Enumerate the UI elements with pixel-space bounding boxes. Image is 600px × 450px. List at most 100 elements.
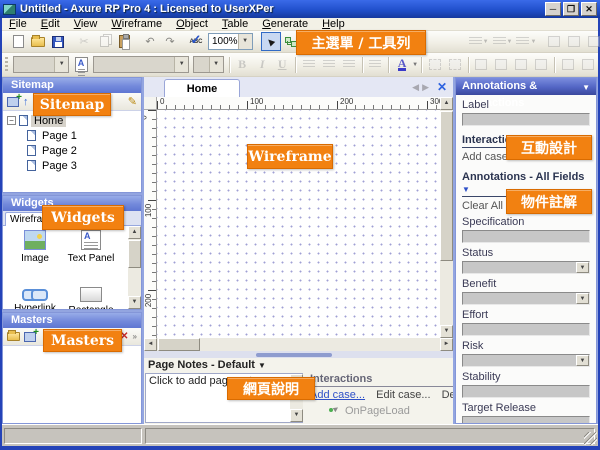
arrow-style-dropdown[interactable]: ▼ [514,37,538,46]
title-bar[interactable]: Untitled - Axure RP Pro 4 : Licensed to … [0,0,600,18]
scrollbar-thumb[interactable] [128,240,141,268]
zoom-combobox[interactable]: 100% ▼ [208,33,253,50]
maximize-button[interactable]: ❐ [563,2,579,16]
close-button[interactable]: ✕ [581,2,597,16]
notes-splitter[interactable] [144,351,453,358]
rotate-right-button[interactable] [578,55,598,74]
effort-input[interactable] [462,323,590,336]
scrollbar-thumb[interactable] [440,111,453,261]
page-notes-header[interactable]: Page Notes - Default ▼ [144,358,453,371]
scroll-down-icon[interactable]: ▼ [290,409,303,422]
tree-item-page3[interactable]: Page 3 [39,160,80,172]
splitter-handle[interactable] [256,353,332,357]
target-release-input[interactable] [462,416,590,423]
border-width-dropdown[interactable]: ▼ [467,37,491,46]
collapse-expander-icon[interactable]: − [7,116,16,125]
tree-item-home[interactable]: Home [31,115,66,127]
align-objects-left-button[interactable] [544,32,564,51]
scrollbar-thumb[interactable] [158,338,200,351]
pointer-tool-button[interactable]: ◄ [261,32,281,51]
bullet-list-button[interactable] [365,55,385,74]
menu-generate[interactable]: Generate [255,18,315,31]
inspector-header[interactable]: Annotations & Interactions ▼ [456,78,596,95]
minimize-button[interactable]: ─ [545,2,561,16]
menu-file[interactable]: File [2,18,34,31]
edit-case-link[interactable]: Edit case... [376,389,430,401]
align-left-button[interactable] [299,55,319,74]
menu-edit[interactable]: Edit [34,18,67,31]
redo-button[interactable]: ↷ [160,32,180,51]
chevron-down-icon[interactable]: ▼ [238,34,252,49]
bold-button[interactable]: B [232,55,252,74]
widgets-scrollbar[interactable]: ▲ ▼ [128,226,141,309]
align-right-button[interactable] [339,55,359,74]
align-objects-right-button[interactable] [584,32,600,51]
sitemap-panel-header[interactable]: Sitemap [3,78,141,93]
menu-view[interactable]: View [67,18,105,31]
underline-button[interactable]: U [272,55,292,74]
save-button[interactable] [48,32,68,51]
label-input[interactable] [462,113,590,126]
nav-left-icon[interactable]: ◀ [412,82,419,93]
undo-button[interactable]: ↶ [140,32,160,51]
onpageload-event-row[interactable]: OnPageLoad [332,405,453,417]
italic-button[interactable]: I [252,55,272,74]
send-to-back-button[interactable] [491,55,511,74]
status-select[interactable]: ▼ [462,261,590,274]
open-folder-icon[interactable] [7,332,20,341]
bring-to-front-button[interactable] [471,55,491,74]
chevron-down-icon[interactable]: ▼ [258,361,266,370]
send-backward-button[interactable] [531,55,551,74]
menu-object[interactable]: Object [169,18,215,31]
ungroup-button[interactable] [445,55,465,74]
scroll-up-icon[interactable]: ▲ [128,226,141,239]
chevron-down-icon[interactable]: ▼ [576,355,589,366]
add-master-icon[interactable] [24,332,36,342]
tree-row-page1[interactable]: Page 1 [3,128,141,143]
toolbar-grip[interactable] [5,57,8,73]
widget-rectangle[interactable]: Rectangle [65,284,117,309]
menu-table[interactable]: Table [215,18,255,31]
copy-button[interactable] [94,32,114,51]
open-button[interactable] [28,32,48,51]
masters-list[interactable] [3,346,141,423]
widget-image[interactable]: Image [9,230,61,264]
chevron-down-icon[interactable]: ▼ [576,262,589,273]
tree-item-page2[interactable]: Page 2 [39,145,80,157]
scroll-up-icon[interactable]: ▲ [440,97,453,110]
tab-home[interactable]: Home [164,79,240,97]
font-color-button[interactable]: A [392,55,412,74]
align-objects-center-button[interactable] [564,32,584,51]
chevron-down-icon[interactable]: ▼ [582,79,590,96]
cut-button[interactable]: ✂ [74,32,94,51]
font-dropdown[interactable]: ▼ [93,56,189,73]
masters-panel-header[interactable]: Masters [3,313,141,328]
benefit-select[interactable]: ▼ [462,292,590,305]
close-tab-icon[interactable]: ✕ [437,80,447,94]
resize-grip[interactable] [584,432,597,445]
group-button[interactable] [425,55,445,74]
add-case-link[interactable]: Add case... [310,389,365,401]
tree-item-page1[interactable]: Page 1 [39,130,80,142]
chevron-down-icon[interactable]: ▼ [576,293,589,304]
move-up-icon[interactable]: ↑ [23,96,29,108]
rotate-left-button[interactable] [558,55,578,74]
font-size-dropdown[interactable]: ▼ [193,56,223,73]
edit-style-button[interactable] [71,55,91,74]
bring-forward-button[interactable] [511,55,531,74]
add-page-icon[interactable] [7,97,19,107]
scroll-down-icon[interactable]: ▼ [440,325,453,338]
line-style-dropdown[interactable]: ▼ [491,37,515,46]
paste-button[interactable] [114,32,134,51]
spellcheck-button[interactable]: ABC [186,32,206,51]
delete-case-link[interactable]: Delete case... [442,389,453,401]
widget-text-panel[interactable]: Text Panel [65,230,117,264]
stability-input[interactable] [462,385,590,398]
nav-right-icon[interactable]: ▶ [422,82,429,93]
widget-hyperlink[interactable]: Hyperlink [9,284,61,309]
new-button[interactable] [8,32,28,51]
specification-input[interactable] [462,230,590,243]
align-center-button[interactable] [319,55,339,74]
scroll-down-icon[interactable]: ▼ [128,296,141,309]
overflow-chevron-icon[interactable]: » [133,332,137,341]
